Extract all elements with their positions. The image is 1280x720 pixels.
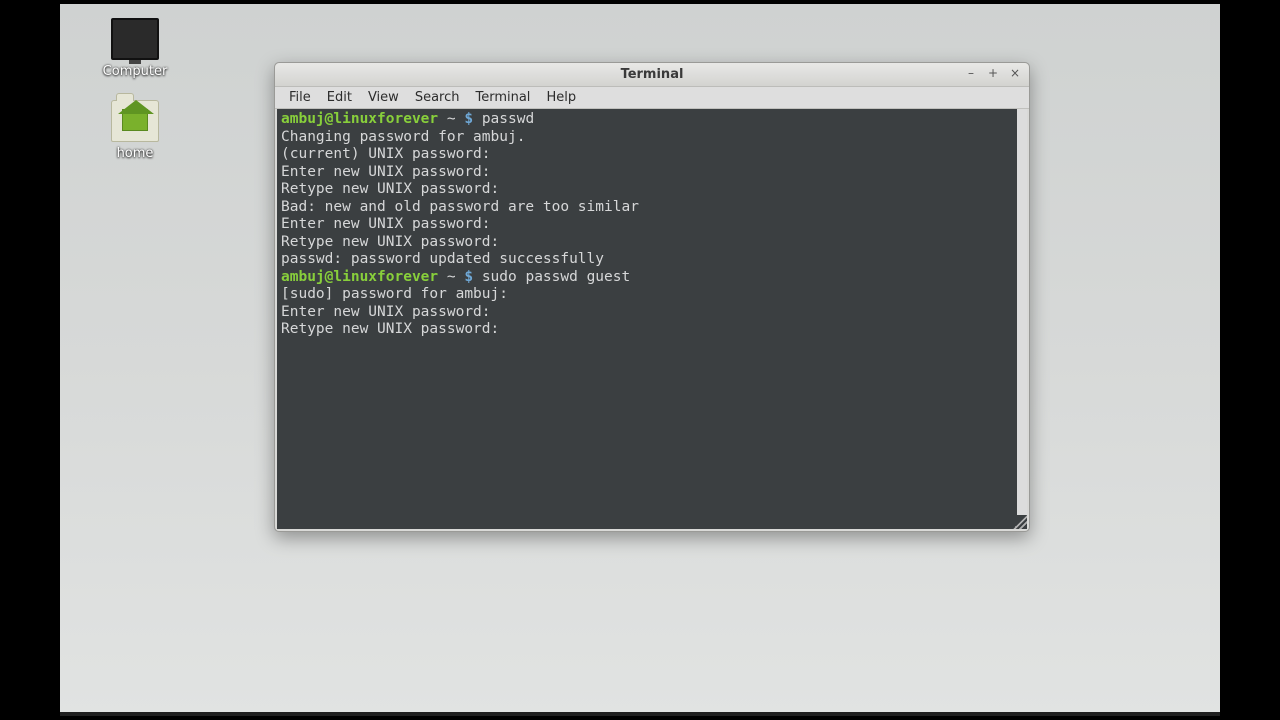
menu-edit[interactable]: Edit xyxy=(319,88,360,107)
terminal-line: (current) UNIX password: xyxy=(281,146,1023,164)
terminal-line: [sudo] password for ambuj: xyxy=(281,286,1023,304)
menu-search[interactable]: Search xyxy=(407,88,468,107)
window-minimize-button[interactable]: – xyxy=(961,65,981,83)
menu-view[interactable]: View xyxy=(360,88,407,107)
window-maximize-button[interactable]: + xyxy=(983,65,1003,83)
terminal-window: Terminal – + × File Edit View Search Ter… xyxy=(274,62,1030,532)
terminal-line: Bad: new and old password are too simila… xyxy=(281,199,1023,217)
menu-terminal[interactable]: Terminal xyxy=(467,88,538,107)
menu-file[interactable]: File xyxy=(281,88,319,107)
desktop-icon-label: Computer xyxy=(90,64,180,79)
terminal-line: Retype new UNIX password: xyxy=(281,321,1023,339)
desktop-icon-label: home xyxy=(90,146,180,161)
terminal-line: ambuj@linuxforever ~ $ sudo passwd guest xyxy=(281,269,1023,287)
terminal-line: ambuj@linuxforever ~ $ passwd xyxy=(281,111,1023,129)
computer-icon xyxy=(111,18,159,60)
terminal-line: Enter new UNIX password: xyxy=(281,164,1023,182)
terminal-line: Changing password for ambuj. xyxy=(281,129,1023,147)
window-titlebar[interactable]: Terminal – + × xyxy=(275,63,1029,87)
terminal-line: Enter new UNIX password: xyxy=(281,304,1023,322)
window-title: Terminal xyxy=(621,67,684,82)
window-menubar: File Edit View Search Terminal Help xyxy=(275,87,1029,109)
desktop: Computer home Terminal – + × File Edit V… xyxy=(60,4,1220,716)
terminal-line: passwd: password updated successfully xyxy=(281,251,1023,269)
home-folder-icon xyxy=(111,100,159,142)
terminal-line: Enter new UNIX password: xyxy=(281,216,1023,234)
taskbar[interactable] xyxy=(60,712,1220,716)
terminal-output-area[interactable]: ambuj@linuxforever ~ $ passwdChanging pa… xyxy=(277,109,1027,529)
terminal-scrollbar[interactable] xyxy=(1017,109,1027,515)
window-resize-grip[interactable] xyxy=(1013,515,1027,529)
menu-help[interactable]: Help xyxy=(538,88,584,107)
desktop-icon-computer[interactable]: Computer xyxy=(90,18,180,79)
desktop-icon-home[interactable]: home xyxy=(90,100,180,161)
terminal-line: Retype new UNIX password: xyxy=(281,181,1023,199)
terminal-line: Retype new UNIX password: xyxy=(281,234,1023,252)
window-close-button[interactable]: × xyxy=(1005,65,1025,83)
